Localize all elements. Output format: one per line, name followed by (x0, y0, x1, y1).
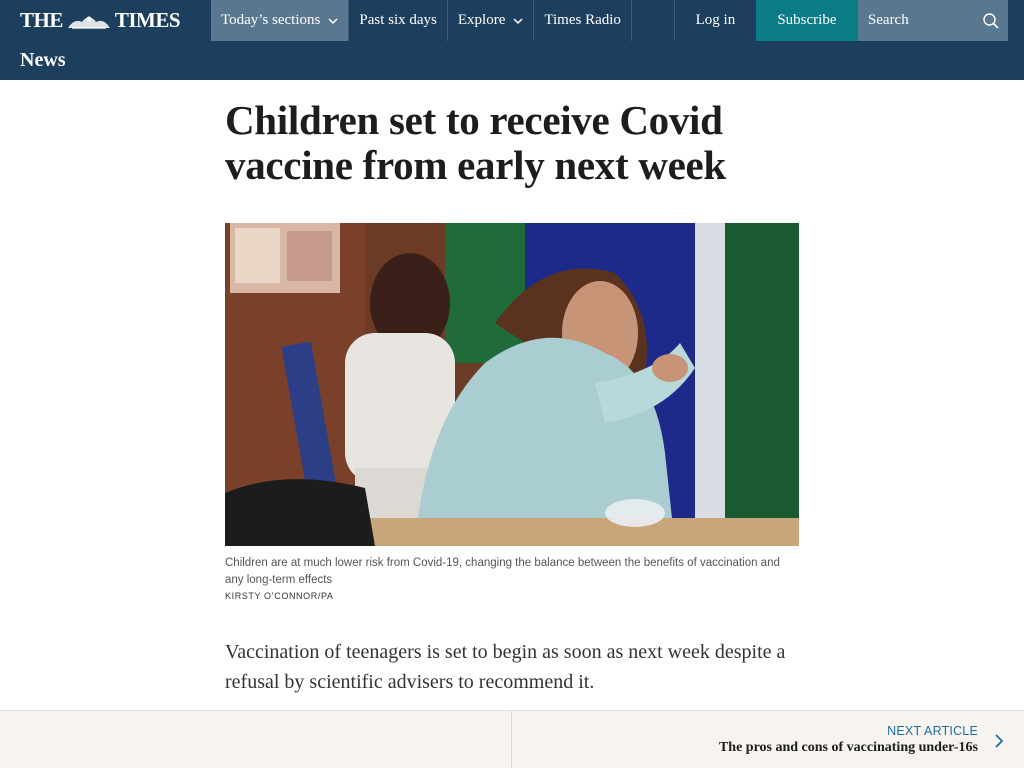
nav-item-label: Today’s sections (221, 12, 321, 28)
nav-explore[interactable]: Explore (448, 0, 535, 41)
next-article-title[interactable]: The pros and cons of vaccinating under-1… (719, 740, 978, 756)
login-button[interactable]: Log in (675, 0, 756, 41)
chevron-down-icon (328, 17, 338, 24)
nav-item-label: Past six days (359, 12, 437, 28)
image-credit: KIRSTY O’CONNOR/PA (225, 591, 334, 601)
hero-image (225, 223, 799, 546)
nav-times-radio[interactable]: Times Radio (534, 0, 632, 41)
search-icon[interactable] (982, 12, 1000, 30)
search-input[interactable]: Search (857, 0, 1008, 41)
chevron-down-icon (513, 17, 523, 24)
article-headline: Children set to receive Covid vaccine fr… (225, 97, 726, 188)
next-article-bar[interactable]: NEXT ARTICLE The pros and cons of vaccin… (0, 710, 1024, 768)
article-standfirst: Vaccination of teenagers is set to begin… (225, 641, 786, 693)
login-label: Log in (695, 12, 736, 28)
chevron-right-icon[interactable] (994, 734, 1004, 748)
logo-text-left: THE (20, 8, 63, 32)
footer-divider (511, 711, 512, 768)
crest-icon (67, 16, 110, 29)
search-placeholder: Search (867, 12, 909, 28)
nav-item-label: Explore (457, 12, 506, 28)
section-bar: News (0, 41, 1024, 80)
nav-todays-sections[interactable]: Today’s sections (211, 0, 350, 41)
times-logo[interactable]: THE TIMES (0, 0, 211, 41)
top-navigation: THE TIMES Today’s sections Past six days… (0, 0, 1024, 41)
nav-spacer (632, 0, 675, 41)
nav-past-six-days[interactable]: Past six days (349, 0, 448, 41)
subscribe-label: Subscribe (777, 12, 837, 28)
logo-text-right: TIMES (114, 8, 181, 32)
image-caption: Children are at much lower risk from Cov… (225, 557, 780, 586)
subscribe-button[interactable]: Subscribe (755, 0, 858, 41)
next-article-label: NEXT ARTICLE (887, 724, 978, 738)
section-title[interactable]: News (20, 49, 66, 72)
nav-item-label: Times Radio (544, 12, 621, 28)
